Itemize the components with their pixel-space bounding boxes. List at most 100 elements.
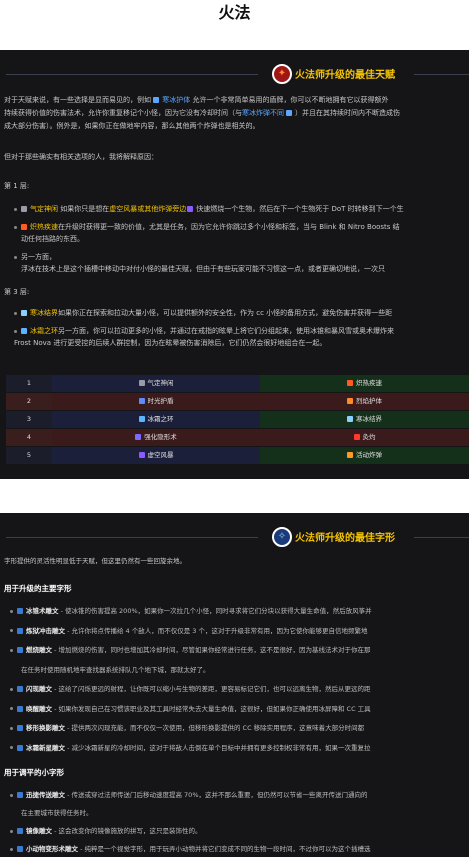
frost-bomb-icon <box>286 110 292 116</box>
glyph-item: 冰霜新星雕文 - 减少冰霜新星的冷却时间，这对于将敌人击倒在单个目标中并拥有更多… <box>10 742 370 754</box>
divider <box>414 74 469 75</box>
glyphs-heading: ✧ 火法师升级的最佳字形 <box>0 527 469 549</box>
glyph-item: 迅捷传送雕文 - 传送或穿过法师传送门后移动速度提高 70%，这并不那么重要，但… <box>10 789 368 801</box>
talent-cell[interactable]: 灸灼 <box>260 429 469 446</box>
glyph-item: 唤醒雕文 - 如果你发现自己在习惯该职业及其工具时经常失去大量生命值，这很好，但… <box>10 703 371 715</box>
talent-link[interactable]: 炽热疾速 <box>30 223 58 231</box>
tier3-bullet: 冰霜之环另一方面，你可以拉动更多的小怪，并通过在戒指的眩晕上将它们分组起来，使用… <box>14 325 394 337</box>
glyph-name[interactable]: 燃烧雕文 <box>26 646 52 654</box>
glyph-item: 闪现雕文 - 这给了闪烁更远的射程，让你既可以缩小与生物的差距，更容易标记它们，… <box>10 683 370 695</box>
divider <box>6 537 258 538</box>
glyph-icon <box>17 725 23 731</box>
talent-name: 气定神闲 <box>147 379 174 387</box>
glyph-item: 镜像雕文 - 这会改变你的镜像施放的拼写，这只是装饰性的。 <box>10 825 201 837</box>
text: 持续获得价值的伤害法术，允许你重复移记个小怪，因为它没有冷却时间（与 <box>4 109 242 117</box>
bullet-icon <box>10 726 13 730</box>
talent-link[interactable]: 冰霜之环 <box>30 327 58 335</box>
talents-panel: ✦ 火法师升级的最佳天赋 对于天赋来说，有一些选择是显而易见的，例如 寒冰护体 … <box>0 50 469 479</box>
ice-floes-note: 浮冰在技术上是这个插槽中移动中对付小怪的最佳天赋，但由于有些玩家可能不习惯这一点… <box>21 265 385 273</box>
talent-link[interactable]: 寒冰炸弹不同 <box>242 109 284 117</box>
talent-row: 2 时光护盾 烈焰护体 <box>6 393 469 410</box>
glyph-desc: - 使冰锥的伤害提高 200%，如果你一次拉几个小怪，同时寻求将它们分块以获得大… <box>58 607 372 615</box>
text: ）并且在其持续时间内不断造成伤 <box>295 109 400 117</box>
glyph-icon <box>17 608 23 614</box>
talent-cell[interactable]: 炽热疾速 <box>260 375 469 392</box>
talent-table: 1 气定神闲 炽热疾速 2 时光护盾 烈焰护体 3 冰霜之环 寒冰结界 4 强化隐形术 灸灼 5 虚空风暴… <box>6 375 469 465</box>
talent-cell[interactable]: 气定神闲 <box>52 375 260 392</box>
talent-cell[interactable]: 强化隐形术 <box>52 429 260 446</box>
tier-number: 4 <box>6 429 52 446</box>
talent-link[interactable]: 气定神闲 <box>30 205 58 213</box>
glyph-desc: 在主要城市获得任务时。 <box>21 809 93 817</box>
ice-barrier-icon <box>153 97 160 103</box>
page-title: 火法 <box>0 0 469 50</box>
bullet-icon <box>14 311 17 315</box>
text: 快速燃烧一个生物，然后在下一个生物死于 DoT 时转移到下一个生 <box>196 205 404 213</box>
nether-tempest-icon <box>187 206 194 212</box>
talent-link[interactable]: 寒冰结界 <box>30 309 58 317</box>
glyph-desc: - 增加燃烧的伤害，同时也增加其冷却时间，尽管如果你经常进行任务，这不是很好，因… <box>52 646 371 654</box>
intro-line: 对于天赋来说，有一些选择是显而易见的，例如 寒冰护体 允许一个非常简单易用的盾牌… <box>4 94 469 107</box>
talent-icon <box>135 434 142 440</box>
major-glyphs-heading: 用于升级的主要字形 <box>4 584 72 593</box>
tier-number: 3 <box>6 411 52 428</box>
glyphs-intro: 字形提供的灵活性明显低于天赋，但这里仍然有一些回旋余地。 <box>4 557 186 565</box>
talent-cell[interactable]: 时光护盾 <box>52 393 260 410</box>
talents-heading: ✦ 火法师升级的最佳天赋 <box>0 64 469 86</box>
glyph-name[interactable]: 闪现雕文 <box>26 685 52 693</box>
talent-cell[interactable]: 虚空风暴 <box>52 447 260 464</box>
ice-ward-icon <box>21 310 27 316</box>
fire-emblem-icon: ✦ <box>272 64 292 84</box>
talent-icon <box>347 380 353 386</box>
talent-name: 虚空风暴 <box>147 451 174 459</box>
bullet-icon <box>10 829 13 833</box>
talent-name: 活动炸弹 <box>356 451 382 459</box>
intro-line: 持续获得价值的伤害法术，允许你重复移记个小怪，因为它没有冷却时间（与寒冰炸弹不同… <box>4 107 469 120</box>
glyph-name[interactable]: 镜像雕文 <box>26 827 52 835</box>
tier1-bullet-cont: 动任何挡路的东西。 <box>21 235 84 243</box>
text: 另一方面， <box>21 253 56 261</box>
glyph-desc: - 如果你发现自己在习惯该职业及其工具时经常失去大量生命值，这很好，但如果你正确… <box>52 704 371 713</box>
glyph-item: 在主要城市获得任务时。 <box>21 807 93 819</box>
bullet-icon <box>10 687 13 691</box>
text: 另一方面，你可以拉动更多的小怪，并通过在戒指的眩晕上将它们分组起来，使用冰锥和暴… <box>58 327 394 335</box>
glyph-icon <box>17 828 23 834</box>
talent-cell[interactable]: 寒冰结界 <box>260 411 469 428</box>
bullet-icon <box>10 746 13 749</box>
tier-number: 5 <box>6 447 52 464</box>
talent-icon <box>138 398 145 404</box>
glyph-desc: - 这给了闪烁更远的射程，让你既可以缩小与生物的差距，更容易标记它们，也可以远离… <box>52 685 371 693</box>
bullet-icon <box>10 707 13 710</box>
glyph-name[interactable]: 唤醒雕文 <box>26 705 52 713</box>
talent-link[interactable]: 虚空风暴或其他炸弹旁边 <box>109 205 186 213</box>
talent-cell[interactable]: 活动炸弹 <box>260 447 469 464</box>
text: 在升级时获得更一致的价值，尤其是任务，因为它允许你跳过多个小怪和标签，当与 Bl… <box>58 223 400 231</box>
talent-cell[interactable]: 冰霜之环 <box>52 411 260 428</box>
tier1-bullet: 气定神闲 如果你只是想在虚空风暴或其他炸弹旁边 快速燃烧一个生物，然后在下一个生物… <box>14 203 404 215</box>
glyph-name[interactable]: 移形换影雕文 <box>26 724 65 732</box>
talent-icon <box>347 398 353 404</box>
talent-name: 灸灼 <box>362 433 376 441</box>
glyph-name[interactable]: 迅捷传送雕文 <box>26 791 65 799</box>
glyph-name[interactable]: 小动物变形术雕文 <box>26 845 78 853</box>
glyph-desc: - 提供两次闪现充能，而不仅仅一次使用，但移形换影提供的 CC 移除实用程序，这… <box>65 724 365 732</box>
blazing-speed-icon <box>21 224 27 230</box>
talent-name: 烈焰护体 <box>356 397 382 405</box>
presence-of-mind-icon <box>21 206 27 212</box>
tier3-label: 第 3 层: <box>4 288 30 296</box>
tier-number: 1 <box>6 375 52 392</box>
talent-row: 5 虚空风暴 活动炸弹 <box>6 447 469 464</box>
talent-row: 4 强化隐形术 灸灼 <box>6 429 469 446</box>
minor-glyphs-heading: 用于调平的小字形 <box>4 768 64 777</box>
glyph-item: 燃烧雕文 - 增加燃烧的伤害，同时也增加其冷却时间，尽管如果你经常进行任务，这不… <box>10 644 370 656</box>
glyph-icon <box>17 744 23 751</box>
glyphs-panel: ✧ 火法师升级的最佳字形 字形提供的灵活性明显低于天赋，但这里仍然有一些回旋余地… <box>0 513 469 857</box>
talent-cell[interactable]: 烈焰护体 <box>260 393 469 410</box>
glyph-name[interactable]: 炼狱冲击雕文 <box>26 627 65 635</box>
bullet-icon <box>10 609 13 613</box>
talent-name: 强化隐形术 <box>144 433 177 441</box>
glyph-item: 小动物变形术雕文 - 纯粹是一个视觉字形，用于玩弄小动物并将它们变成不同的生物一… <box>10 843 370 855</box>
glyph-name[interactable]: 冰锥术雕文 <box>26 607 59 615</box>
talent-link[interactable]: 寒冰护体 <box>162 96 190 104</box>
glyph-name[interactable]: 冰霜新星雕文 <box>26 744 65 752</box>
